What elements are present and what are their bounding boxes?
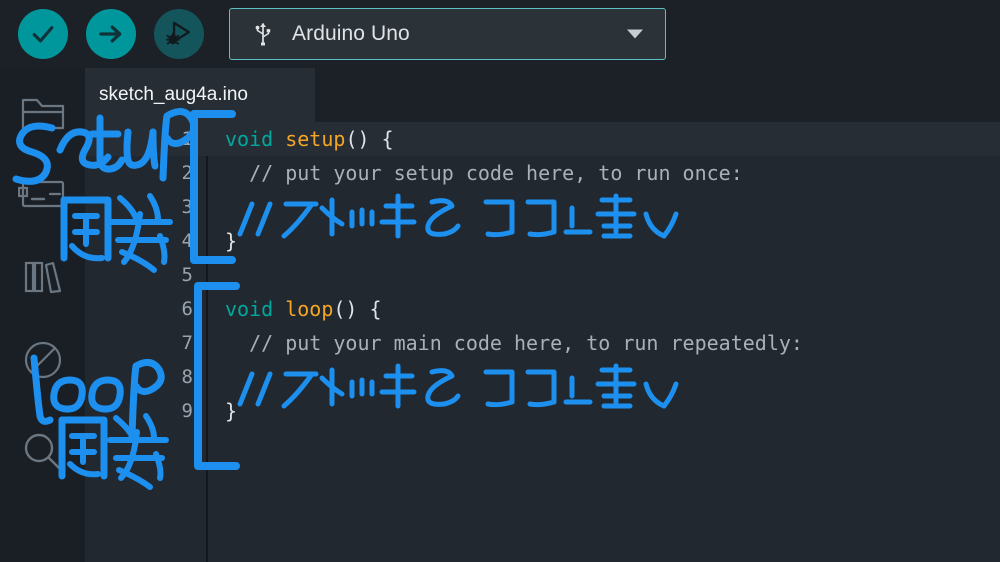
- code-token-fn: loop: [285, 297, 334, 321]
- upload-button[interactable]: [86, 9, 136, 59]
- line-number: 8: [181, 366, 193, 388]
- check-icon: [32, 26, 54, 43]
- arduino-ide-window: Arduino Uno sketch_aug4a.ino 1 void setu…: [0, 0, 1000, 562]
- code-token-fn: setup: [285, 127, 346, 151]
- debug-play-bug-icon: [166, 21, 191, 45]
- tab-bar: sketch_aug4a.ino: [85, 68, 1000, 122]
- code-line[interactable]: 2 // put your setup code here, to run on…: [85, 156, 1000, 190]
- sidebar-item-debug[interactable]: [0, 324, 85, 396]
- line-number: 1: [181, 128, 193, 150]
- code-token-punct: }: [225, 229, 238, 253]
- line-content: void setup() {: [207, 127, 394, 151]
- line-number: 5: [181, 264, 193, 286]
- line-number: 3: [181, 196, 193, 218]
- code-token-punct: () {: [333, 297, 382, 321]
- sidebar-item-sketchbook[interactable]: [0, 76, 85, 148]
- line-content: // put your setup code here, to run once…: [207, 161, 743, 185]
- code-lines[interactable]: 1 void setup() {2 // put your setup code …: [85, 122, 1000, 562]
- search-icon: [24, 433, 62, 472]
- line-number: 9: [181, 400, 193, 422]
- arrow-right-icon: [99, 25, 122, 43]
- code-token-type: void: [225, 297, 286, 321]
- circle-slash-icon: [24, 341, 61, 379]
- code-token-punct: }: [225, 399, 238, 423]
- code-line[interactable]: 9}: [85, 394, 1000, 428]
- line-number: 2: [181, 162, 193, 184]
- code-line[interactable]: 8: [85, 360, 1000, 394]
- line-content: }: [207, 399, 237, 423]
- line-content: // put your main code here, to run repea…: [207, 331, 803, 355]
- sidebar-item-boards-manager[interactable]: [0, 158, 85, 230]
- toolbar: Arduino Uno: [0, 0, 1000, 68]
- line-number: 7: [181, 332, 193, 354]
- verify-button[interactable]: [18, 9, 68, 59]
- board-selector-value: Arduino Uno: [292, 22, 410, 45]
- chevron-down-icon[interactable]: [627, 29, 643, 39]
- books-icon: [24, 261, 61, 294]
- board-selector-dropdown[interactable]: Arduino Uno: [229, 8, 666, 60]
- sidebar-item-search[interactable]: [0, 416, 85, 488]
- folder-icon: [21, 98, 64, 130]
- line-content: void loop() {: [207, 297, 382, 321]
- sidebar-item-library-manager[interactable]: [0, 240, 85, 312]
- line-number: 4: [181, 230, 193, 252]
- code-line[interactable]: 7 // put your main code here, to run rep…: [85, 326, 1000, 360]
- code-line[interactable]: 1 void setup() {: [85, 122, 1000, 156]
- tab-sketch[interactable]: sketch_aug4a.ino: [85, 68, 315, 122]
- code-line[interactable]: 6 void loop() {: [85, 292, 1000, 326]
- line-content: }: [207, 229, 237, 253]
- board-chip-icon: [17, 180, 64, 208]
- code-line[interactable]: 4}: [85, 224, 1000, 258]
- code-line[interactable]: 5: [85, 258, 1000, 292]
- tab-label: sketch_aug4a.ino: [99, 84, 248, 105]
- sidebar: [0, 68, 85, 562]
- code-token-comment: // put your main code here, to run repea…: [225, 331, 803, 355]
- code-line[interactable]: 3: [85, 190, 1000, 224]
- code-token-type: void: [225, 127, 286, 151]
- debug-button[interactable]: [154, 9, 204, 59]
- line-number: 6: [181, 298, 193, 320]
- usb-icon: [252, 21, 274, 47]
- code-token-comment: // put your setup code here, to run once…: [225, 161, 743, 185]
- code-token-punct: () {: [345, 127, 394, 151]
